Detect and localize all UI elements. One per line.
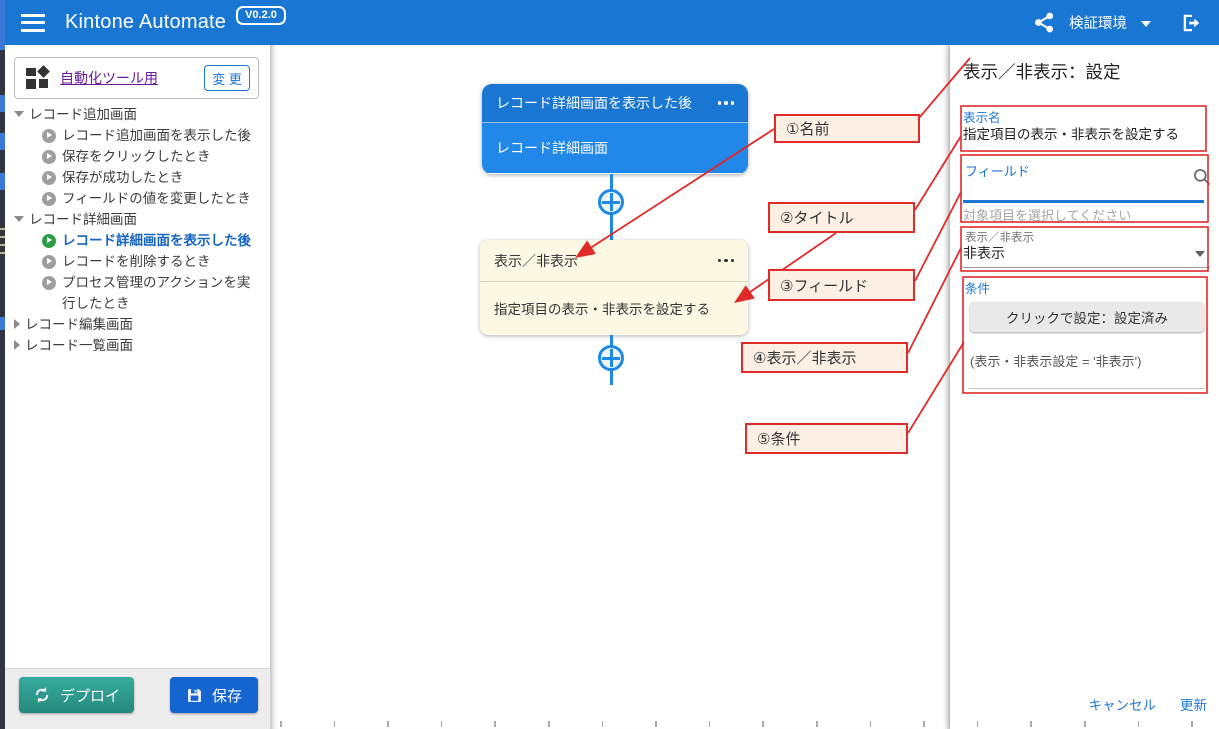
tree-item[interactable]: レコード追加画面を表示した後 (5, 125, 270, 146)
caret-right-icon (14, 319, 20, 329)
trigger-node-subtitle: レコード詳細画面 (496, 138, 608, 158)
field-placeholder: 対象項目を選択してください (963, 205, 1131, 224)
search-icon[interactable] (1192, 167, 1212, 192)
caret-right-icon (14, 340, 20, 350)
event-play-icon (42, 150, 56, 164)
trigger-node[interactable]: レコード詳細画面を表示した後 レコード詳細画面 (482, 84, 748, 174)
app-header: Kintone Automate V0.2.0 検証環境 (0, 0, 1219, 45)
add-step-button[interactable] (598, 345, 624, 371)
settings-panel: 表示／非表示：設定 表示名 指定項目の表示・非表示を設定する フィールド 対象項… (950, 45, 1219, 729)
share-icon[interactable] (1034, 12, 1055, 33)
tree-group-record-add[interactable]: レコード追加画面 (5, 104, 270, 125)
add-step-button[interactable] (598, 189, 624, 215)
tree-group-record-list[interactable]: レコード一覧画面 (5, 335, 270, 356)
tree-item-active[interactable]: レコード詳細画面を表示した後 (5, 230, 270, 251)
condition-set-button[interactable]: クリックで設定：設定済み (970, 302, 1204, 332)
tree-group-record-edit[interactable]: レコード編集画面 (5, 314, 270, 335)
chevron-down-icon[interactable] (1141, 21, 1151, 27)
caret-down-icon (14, 111, 24, 117)
event-play-icon (42, 129, 56, 143)
action-node-title: 表示／非表示 (494, 251, 578, 271)
trigger-node-title: レコード詳細画面を表示した後 (496, 93, 692, 113)
event-play-icon (42, 255, 56, 269)
flow-canvas[interactable]: レコード詳細画面を表示した後 レコード詳細画面 表示／非表示 指定項目の表示・非… (271, 45, 950, 729)
action-node-subtitle: 指定項目の表示・非表示を設定する (494, 298, 710, 318)
sidebar: 自動化ツール用 変 更 レコード追加画面 レコード追加画面を表示した後 保存をク… (5, 45, 271, 729)
kintone-app-icon (26, 67, 49, 90)
condition-label: 条件 (965, 278, 990, 297)
app-window: Kintone Automate V0.2.0 検証環境 (0, 0, 1219, 729)
change-app-button[interactable]: 変 更 (204, 65, 250, 91)
node-menu-icon[interactable] (718, 259, 735, 263)
app-card: 自動化ツール用 変 更 (14, 57, 259, 99)
event-play-icon (42, 171, 56, 185)
event-play-icon (42, 192, 56, 206)
sidebar-footer: デプロイ 保存 (5, 668, 270, 729)
field-input[interactable] (963, 200, 1204, 203)
visibility-underline (963, 267, 1210, 268)
tree-item[interactable]: 保存をクリックしたとき (5, 146, 270, 167)
dropdown-caret-icon[interactable] (1195, 251, 1205, 257)
tree-item[interactable]: プロセス管理のアクションを実行したとき (5, 272, 270, 314)
caret-down-icon (14, 216, 24, 222)
app-name-link[interactable]: 自動化ツール用 (60, 68, 158, 88)
sync-icon (33, 686, 51, 704)
event-tree: レコード追加画面 レコード追加画面を表示した後 保存をクリックしたとき 保存が成… (5, 104, 270, 356)
browser-edge-strip (0, 0, 5, 729)
menu-icon[interactable] (21, 14, 45, 32)
cancel-button[interactable]: キャンセル (1089, 694, 1157, 714)
tree-item[interactable]: 保存が成功したとき (5, 167, 270, 188)
node-menu-icon[interactable] (718, 101, 735, 105)
deploy-button[interactable]: デプロイ (19, 677, 134, 713)
app-title: Kintone Automate (65, 11, 226, 34)
save-icon (186, 687, 203, 704)
field-label: フィールド (965, 161, 1030, 180)
display-name-value[interactable]: 指定項目の表示・非表示を設定する (963, 123, 1179, 143)
action-node[interactable]: 表示／非表示 指定項目の表示・非表示を設定する (480, 240, 748, 335)
visibility-select[interactable]: 非表示 (963, 243, 1005, 263)
version-badge: V0.2.0 (236, 6, 286, 25)
environment-select[interactable]: 検証環境 (1069, 12, 1127, 33)
event-play-icon-active (42, 234, 56, 248)
tree-item[interactable]: フィールドの値を変更したとき (5, 188, 270, 209)
condition-underline (968, 388, 1205, 389)
update-button[interactable]: 更新 (1180, 694, 1207, 714)
tree-group-record-detail[interactable]: レコード詳細画面 (5, 209, 270, 230)
condition-summary: (表示・非表示設定 = '非表示') (970, 351, 1141, 370)
event-play-icon (42, 276, 56, 290)
save-button[interactable]: 保存 (170, 677, 258, 713)
tree-item[interactable]: レコードを削除するとき (5, 251, 270, 272)
logout-icon[interactable] (1181, 12, 1203, 34)
panel-title: 表示／非表示：設定 (963, 59, 1121, 84)
